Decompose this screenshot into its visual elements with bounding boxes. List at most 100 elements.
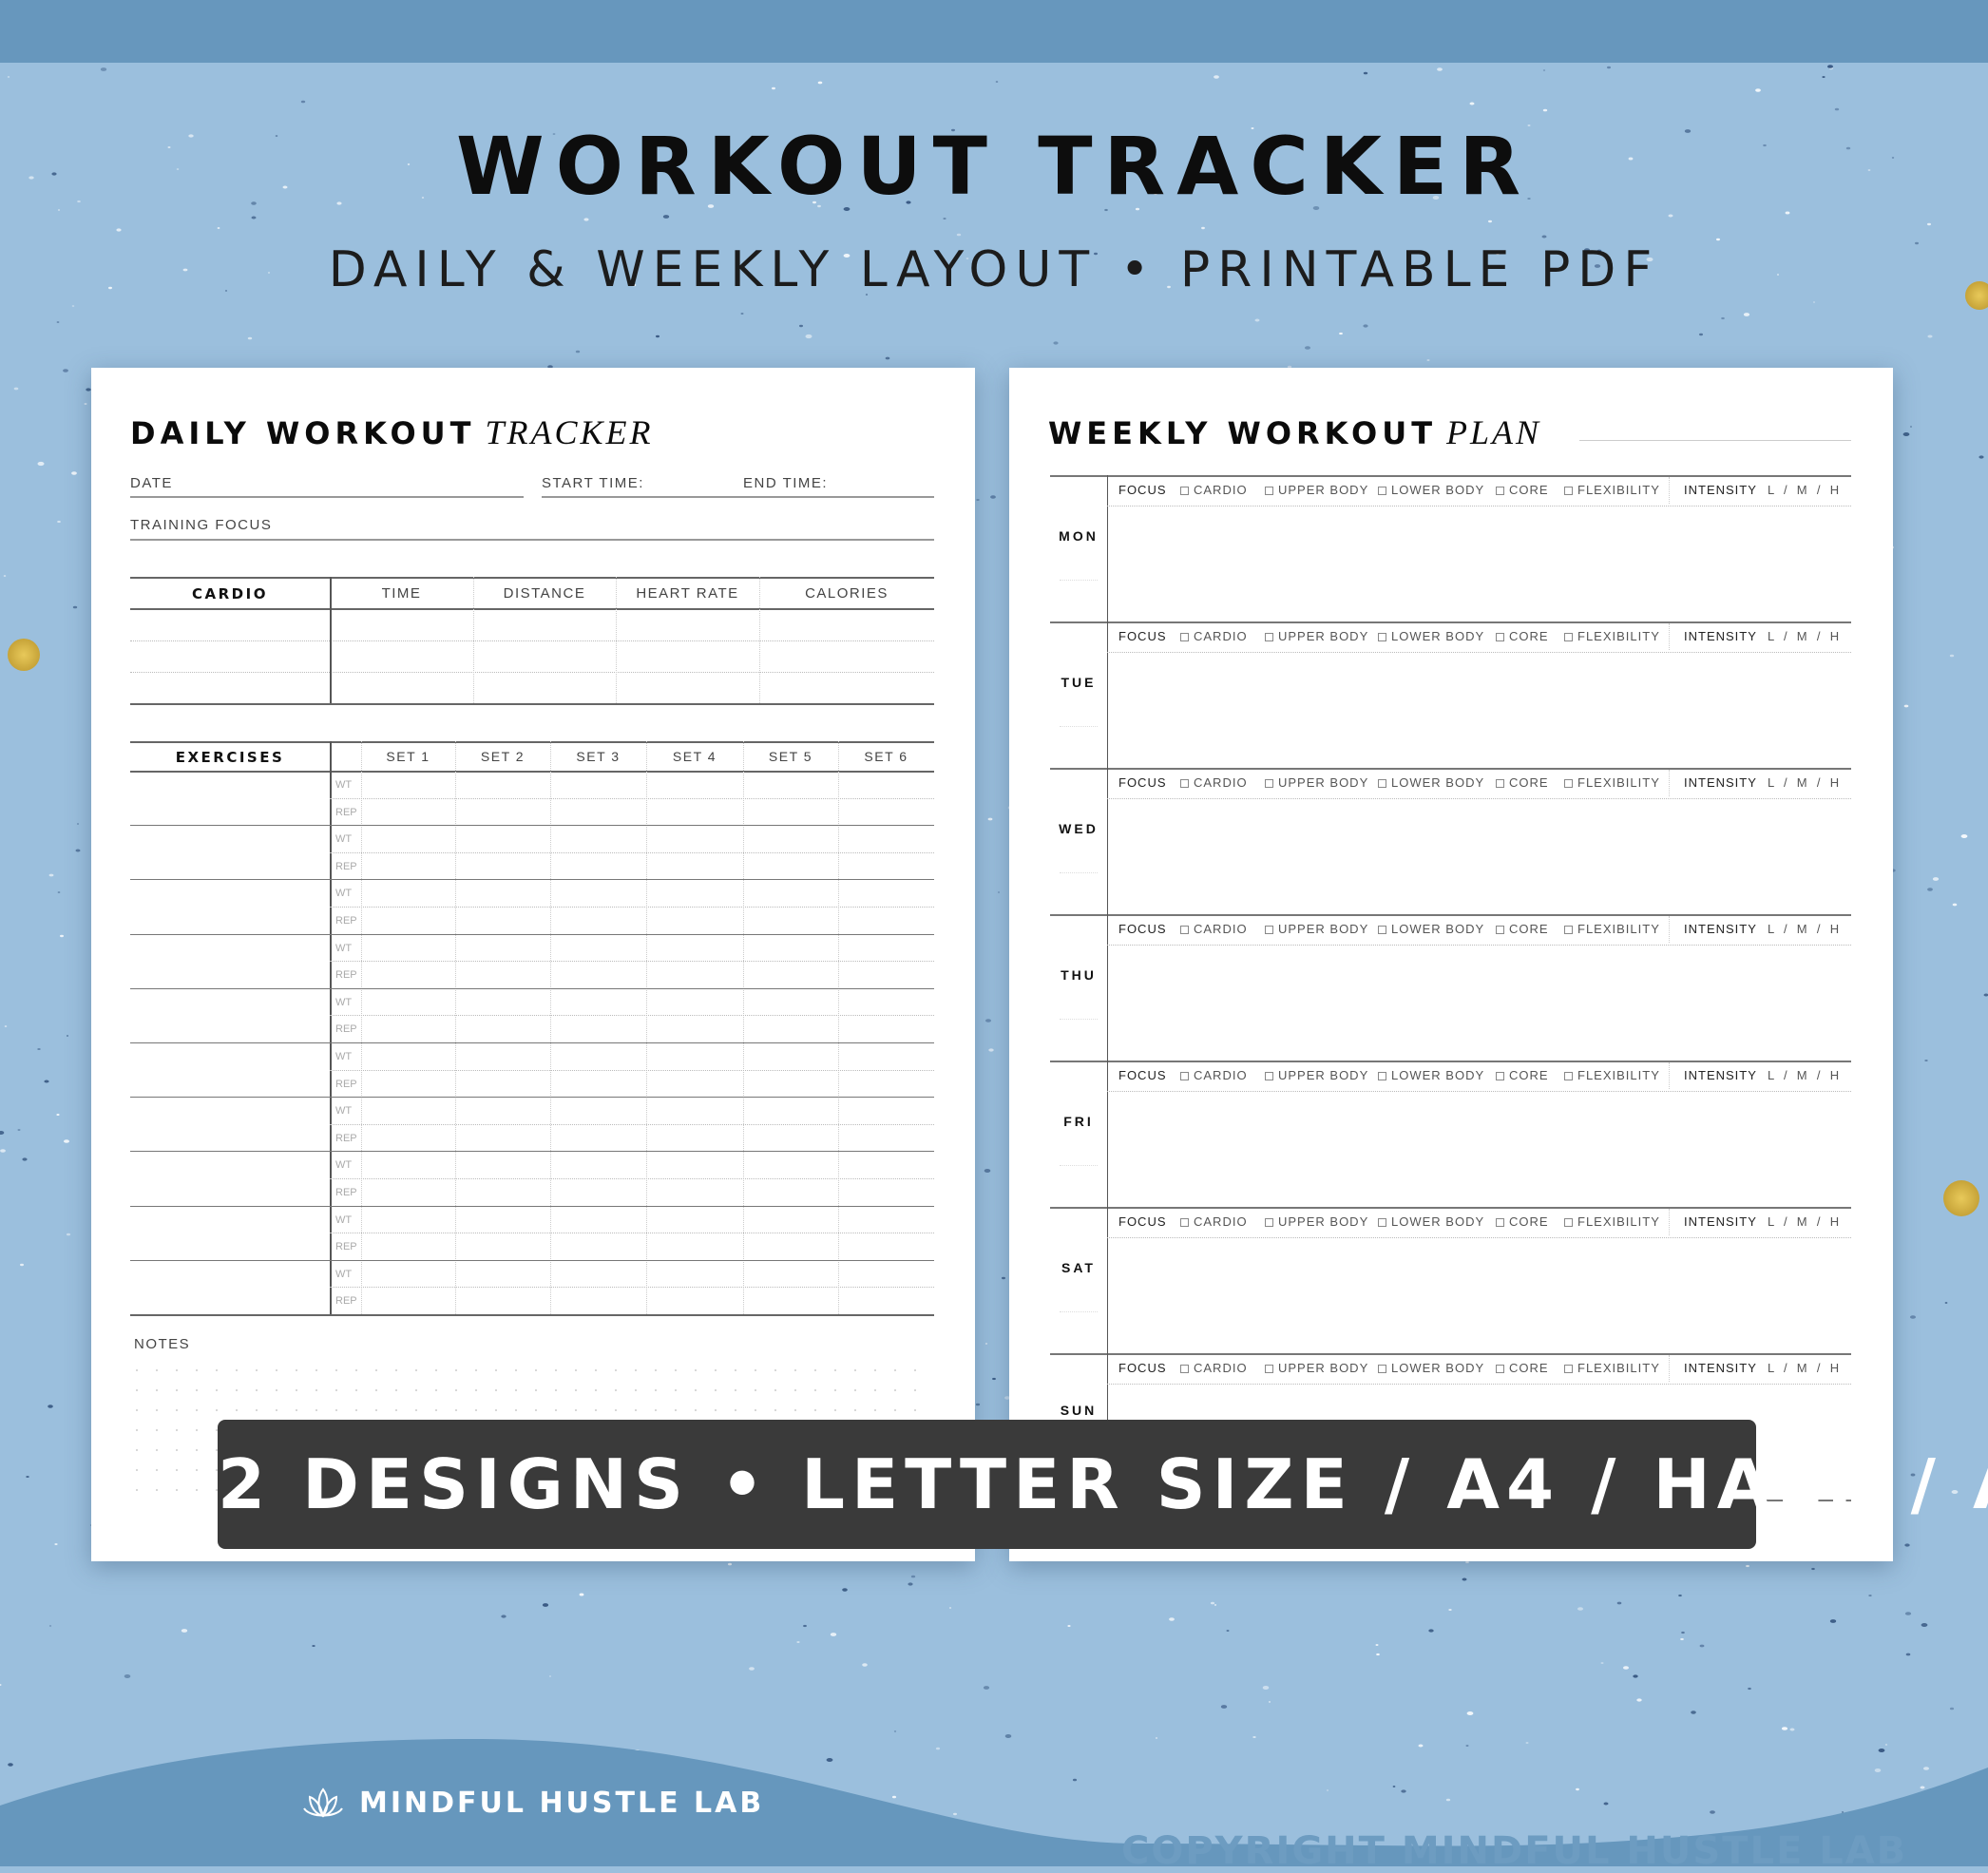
focus-option-upper-body[interactable]: UPPER BODY: [1265, 629, 1368, 643]
cardio-cell[interactable]: [130, 640, 330, 671]
checkbox-icon[interactable]: [1180, 633, 1189, 641]
cardio-cell[interactable]: [330, 640, 473, 671]
focus-option-cardio[interactable]: CARDIO: [1180, 629, 1248, 643]
exercise-name-cell[interactable]: [130, 1042, 330, 1097]
checkbox-icon[interactable]: [1180, 1365, 1189, 1373]
checkbox-icon[interactable]: [1265, 633, 1273, 641]
checkbox-icon[interactable]: [1496, 633, 1504, 641]
checkbox-icon[interactable]: [1265, 487, 1273, 495]
focus-option-core[interactable]: CORE: [1496, 1361, 1549, 1375]
checkbox-icon[interactable]: [1496, 487, 1504, 495]
exercise-name-cell[interactable]: [130, 1260, 330, 1314]
focus-option-upper-body[interactable]: UPPER BODY: [1265, 922, 1368, 936]
checkbox-icon[interactable]: [1564, 926, 1573, 934]
checkbox-icon[interactable]: [1180, 1218, 1189, 1227]
exercise-name-cell[interactable]: [130, 1206, 330, 1260]
focus-option-upper-body[interactable]: UPPER BODY: [1265, 1068, 1368, 1082]
intensity-levels[interactable]: L / M / H: [1768, 775, 1840, 790]
cardio-cell[interactable]: [616, 640, 759, 671]
checkbox-icon[interactable]: [1180, 779, 1189, 788]
exercise-name-cell[interactable]: [130, 879, 330, 933]
focus-option-upper-body[interactable]: UPPER BODY: [1265, 1214, 1368, 1229]
focus-option-flexibility[interactable]: FLEXIBILITY: [1564, 775, 1660, 790]
exercise-name-cell[interactable]: [130, 1151, 330, 1205]
time-field[interactable]: [542, 496, 934, 498]
focus-option-lower-body[interactable]: LOWER BODY: [1378, 1214, 1484, 1229]
exercise-name-cell[interactable]: [130, 771, 330, 825]
cardio-cell[interactable]: [473, 640, 616, 671]
exercise-name-cell[interactable]: [130, 825, 330, 879]
focus-option-lower-body[interactable]: LOWER BODY: [1378, 629, 1484, 643]
checkbox-icon[interactable]: [1265, 1072, 1273, 1080]
focus-option-cardio[interactable]: CARDIO: [1180, 483, 1248, 497]
focus-option-core[interactable]: CORE: [1496, 483, 1549, 497]
focus-option-upper-body[interactable]: UPPER BODY: [1265, 775, 1368, 790]
focus-option-upper-body[interactable]: UPPER BODY: [1265, 1361, 1368, 1375]
focus-option-core[interactable]: CORE: [1496, 629, 1549, 643]
checkbox-icon[interactable]: [1180, 1072, 1189, 1080]
intensity-levels[interactable]: L / M / H: [1768, 922, 1840, 936]
focus-option-lower-body[interactable]: LOWER BODY: [1378, 483, 1484, 497]
cardio-cell[interactable]: [759, 640, 934, 671]
focus-option-flexibility[interactable]: FLEXIBILITY: [1564, 1068, 1660, 1082]
checkbox-icon[interactable]: [1180, 926, 1189, 934]
checkbox-icon[interactable]: [1496, 1218, 1504, 1227]
checkbox-icon[interactable]: [1496, 926, 1504, 934]
focus-option-upper-body[interactable]: UPPER BODY: [1265, 483, 1368, 497]
cardio-cell[interactable]: [473, 608, 616, 640]
focus-option-cardio[interactable]: CARDIO: [1180, 1068, 1248, 1082]
focus-option-flexibility[interactable]: FLEXIBILITY: [1564, 1214, 1660, 1229]
checkbox-icon[interactable]: [1265, 926, 1273, 934]
cardio-cell[interactable]: [130, 608, 330, 640]
checkbox-icon[interactable]: [1378, 633, 1386, 641]
cardio-cell[interactable]: [330, 608, 473, 640]
checkbox-icon[interactable]: [1564, 1365, 1573, 1373]
intensity-levels[interactable]: L / M / H: [1768, 1214, 1840, 1229]
checkbox-icon[interactable]: [1180, 487, 1189, 495]
intensity-levels[interactable]: L / M / H: [1768, 1068, 1840, 1082]
focus-option-core[interactable]: CORE: [1496, 1068, 1549, 1082]
day-notes-area[interactable]: [1111, 948, 1851, 1057]
day-notes-area[interactable]: [1111, 802, 1851, 910]
cardio-cell[interactable]: [759, 671, 934, 702]
checkbox-icon[interactable]: [1496, 1072, 1504, 1080]
training-focus-field[interactable]: [130, 539, 934, 541]
day-notes-area[interactable]: [1111, 1095, 1851, 1203]
checkbox-icon[interactable]: [1564, 1072, 1573, 1080]
checkbox-icon[interactable]: [1496, 1365, 1504, 1373]
focus-option-cardio[interactable]: CARDIO: [1180, 1361, 1248, 1375]
focus-option-core[interactable]: CORE: [1496, 775, 1549, 790]
checkbox-icon[interactable]: [1378, 487, 1386, 495]
focus-option-flexibility[interactable]: FLEXIBILITY: [1564, 922, 1660, 936]
checkbox-icon[interactable]: [1265, 1365, 1273, 1373]
checkbox-icon[interactable]: [1564, 487, 1573, 495]
intensity-levels[interactable]: L / M / H: [1768, 483, 1840, 497]
day-notes-area[interactable]: [1111, 656, 1851, 764]
intensity-levels[interactable]: L / M / H: [1768, 629, 1840, 643]
checkbox-icon[interactable]: [1378, 1365, 1386, 1373]
focus-option-flexibility[interactable]: FLEXIBILITY: [1564, 483, 1660, 497]
checkbox-icon[interactable]: [1378, 1072, 1386, 1080]
focus-option-cardio[interactable]: CARDIO: [1180, 922, 1248, 936]
week-field[interactable]: [1579, 440, 1851, 441]
focus-option-lower-body[interactable]: LOWER BODY: [1378, 1068, 1484, 1082]
intensity-levels[interactable]: L / M / H: [1768, 1361, 1840, 1375]
checkbox-icon[interactable]: [1564, 633, 1573, 641]
day-notes-area[interactable]: [1111, 1241, 1851, 1349]
cardio-cell[interactable]: [616, 671, 759, 702]
checkbox-icon[interactable]: [1378, 1218, 1386, 1227]
checkbox-icon[interactable]: [1265, 779, 1273, 788]
focus-option-cardio[interactable]: CARDIO: [1180, 1214, 1248, 1229]
checkbox-icon[interactable]: [1378, 779, 1386, 788]
focus-option-flexibility[interactable]: FLEXIBILITY: [1564, 1361, 1660, 1375]
cardio-cell[interactable]: [130, 671, 330, 702]
focus-option-lower-body[interactable]: LOWER BODY: [1378, 1361, 1484, 1375]
focus-option-lower-body[interactable]: LOWER BODY: [1378, 775, 1484, 790]
date-field[interactable]: [130, 496, 524, 498]
cardio-cell[interactable]: [759, 608, 934, 640]
checkbox-icon[interactable]: [1564, 1218, 1573, 1227]
exercise-name-cell[interactable]: [130, 1097, 330, 1151]
exercise-name-cell[interactable]: [130, 934, 330, 988]
focus-option-cardio[interactable]: CARDIO: [1180, 775, 1248, 790]
checkbox-icon[interactable]: [1265, 1218, 1273, 1227]
